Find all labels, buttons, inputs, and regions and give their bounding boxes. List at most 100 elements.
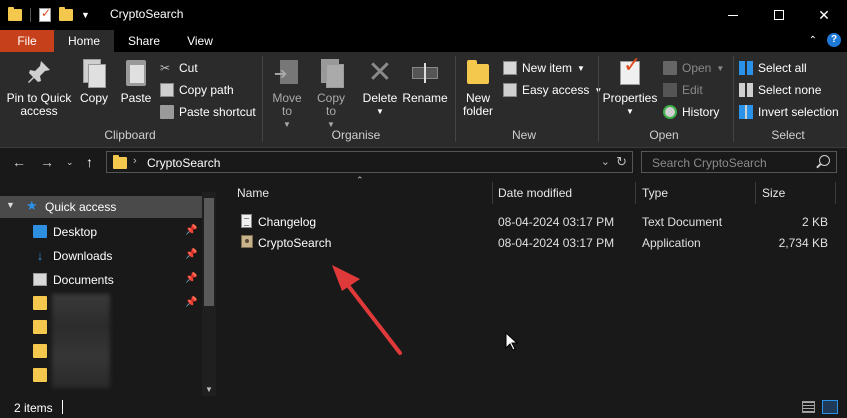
edit-button[interactable]: Edit — [663, 80, 703, 100]
invert-selection-label: Invert selection — [758, 105, 839, 119]
quick-access-toolbar: ▼ — [8, 6, 90, 23]
navigation-scrollbar[interactable]: ▼ — [202, 192, 216, 396]
folder-icon[interactable] — [33, 368, 47, 382]
folder-icon[interactable] — [33, 344, 47, 358]
copy-button[interactable]: Copy — [76, 58, 112, 105]
close-button[interactable]: ✕ — [801, 0, 847, 30]
divider — [30, 8, 31, 22]
pin-to-quick-access-button[interactable]: Pin to Quick access — [6, 58, 72, 118]
move-to-button[interactable]: ➔ Move to ▼ — [268, 58, 306, 131]
group-label-open: Open — [649, 128, 679, 142]
folder-icon[interactable] — [33, 320, 47, 334]
collapse-ribbon-icon[interactable]: ⌃ — [809, 35, 817, 46]
rename-icon — [410, 58, 440, 88]
folder-icon[interactable] — [33, 296, 47, 310]
breadcrumb-chevron-icon[interactable]: › — [133, 155, 137, 167]
easy-access-label: Easy access — [522, 83, 590, 97]
easy-access-icon — [503, 83, 517, 97]
copy-path-label: Copy path — [179, 83, 234, 97]
large-icons-view-icon[interactable] — [822, 400, 838, 414]
breadcrumb[interactable]: CryptoSearch — [147, 156, 220, 170]
select-all-button[interactable]: Select all — [739, 58, 807, 78]
documents-icon — [33, 273, 47, 286]
title-bar: ▼ CryptoSearch ✕ — [0, 0, 847, 30]
paste-shortcut-button[interactable]: Paste shortcut — [160, 102, 256, 122]
recent-locations-chevron-icon[interactable]: ⌄ — [66, 157, 74, 168]
column-header-type[interactable]: Type — [642, 186, 668, 208]
file-type: Text Document — [642, 215, 723, 229]
delete-button[interactable]: ✕ Delete ▼ — [360, 58, 400, 118]
copy-path-button[interactable]: Copy path — [160, 80, 234, 100]
cut-button[interactable]: ✂ Cut — [160, 58, 198, 78]
new-folder-button[interactable]: New folder — [458, 58, 498, 118]
easy-access-button[interactable]: Easy access ▼ — [503, 80, 602, 100]
column-divider[interactable] — [635, 182, 636, 204]
sort-ascending-icon: ⌃ — [356, 175, 364, 185]
rename-button[interactable]: Rename — [402, 58, 448, 105]
file-name: Changelog — [258, 215, 317, 229]
file-type: Application — [642, 236, 701, 250]
address-bar[interactable]: › CryptoSearch ⌄ ↻ — [106, 151, 633, 173]
pin-icon[interactable]: 📌 — [185, 297, 197, 308]
file-size: 2,734 KB — [778, 236, 828, 250]
pin-label: Pin to Quick access — [6, 91, 72, 118]
select-none-icon — [739, 83, 753, 97]
redacted-folder-names — [52, 294, 110, 388]
column-header-name[interactable]: Name — [237, 186, 269, 208]
quick-access-item[interactable]: ▼ ★ Quick access — [0, 196, 202, 218]
file-row[interactable]: Changelog 08-04-2024 03:17 PM Text Docum… — [232, 211, 842, 232]
new-item-button[interactable]: New item ▼ — [503, 58, 585, 78]
sidebar-item-documents[interactable]: Documents 📌 — [0, 268, 202, 292]
properties-label: Properties — [602, 91, 658, 105]
history-icon — [663, 105, 677, 119]
search-input[interactable]: Search CryptoSearch — [641, 151, 837, 173]
move-to-icon: ➔ — [272, 58, 302, 88]
maximize-button[interactable] — [756, 0, 802, 30]
column-divider[interactable] — [755, 182, 756, 204]
history-button[interactable]: History — [663, 102, 719, 122]
paste-shortcut-icon — [160, 105, 174, 119]
copy-to-button[interactable]: Copy to ▼ — [312, 58, 350, 131]
divider — [62, 400, 63, 414]
invert-selection-button[interactable]: Invert selection — [739, 102, 839, 122]
pin-icon[interactable]: 📌 — [185, 225, 197, 236]
new-folder-icon[interactable] — [59, 7, 73, 21]
file-row[interactable]: CryptoSearch 08-04-2024 03:17 PM Applica… — [232, 232, 842, 253]
tab-share[interactable]: Share — [116, 30, 172, 52]
ribbon: Pin to Quick access Copy Paste ✂ Cut Cop… — [0, 52, 847, 148]
sidebar-item-downloads[interactable]: ↓ Downloads 📌 — [0, 244, 202, 268]
refresh-icon[interactable]: ↻ — [616, 154, 627, 170]
sidebar-item-desktop[interactable]: Desktop 📌 — [0, 220, 202, 244]
properties-icon[interactable] — [39, 6, 51, 22]
column-header-size[interactable]: Size — [762, 186, 785, 208]
chevron-down-icon[interactable]: ▼ — [6, 200, 15, 210]
tab-home[interactable]: Home — [54, 30, 114, 52]
column-divider[interactable] — [835, 182, 836, 204]
back-arrow-icon[interactable]: ← — [12, 154, 26, 170]
customize-toolbar-dropdown-icon[interactable]: ▼ — [81, 10, 90, 20]
paste-icon — [121, 58, 151, 88]
address-dropdown-icon[interactable]: ⌄ — [601, 155, 610, 168]
sidebar-item-label: Desktop — [53, 225, 98, 239]
scroll-down-icon[interactable]: ▼ — [205, 385, 213, 394]
pin-icon[interactable]: 📌 — [185, 249, 197, 260]
open-icon — [663, 61, 677, 75]
up-arrow-icon[interactable]: ↑ — [86, 154, 93, 170]
minimize-button[interactable] — [710, 0, 756, 30]
properties-button[interactable]: ✓ Properties ▼ — [602, 54, 658, 118]
help-icon[interactable]: ? — [827, 33, 841, 47]
scrollbar-thumb[interactable] — [204, 198, 214, 306]
tab-file[interactable]: File — [0, 30, 54, 52]
column-divider[interactable] — [492, 182, 493, 204]
column-header-date-modified[interactable]: Date modified — [498, 186, 572, 208]
select-none-button[interactable]: Select none — [739, 80, 821, 100]
mouse-cursor-icon — [505, 332, 519, 351]
pin-icon[interactable]: 📌 — [185, 273, 197, 284]
delete-icon: ✕ — [367, 56, 393, 89]
paste-button[interactable]: Paste — [118, 58, 154, 105]
details-view-icon[interactable] — [802, 401, 815, 413]
forward-arrow-icon[interactable]: → — [40, 154, 54, 170]
tab-view[interactable]: View — [172, 30, 228, 52]
properties-icon: ✓ — [615, 54, 645, 88]
open-button[interactable]: Open ▼ — [663, 58, 724, 78]
